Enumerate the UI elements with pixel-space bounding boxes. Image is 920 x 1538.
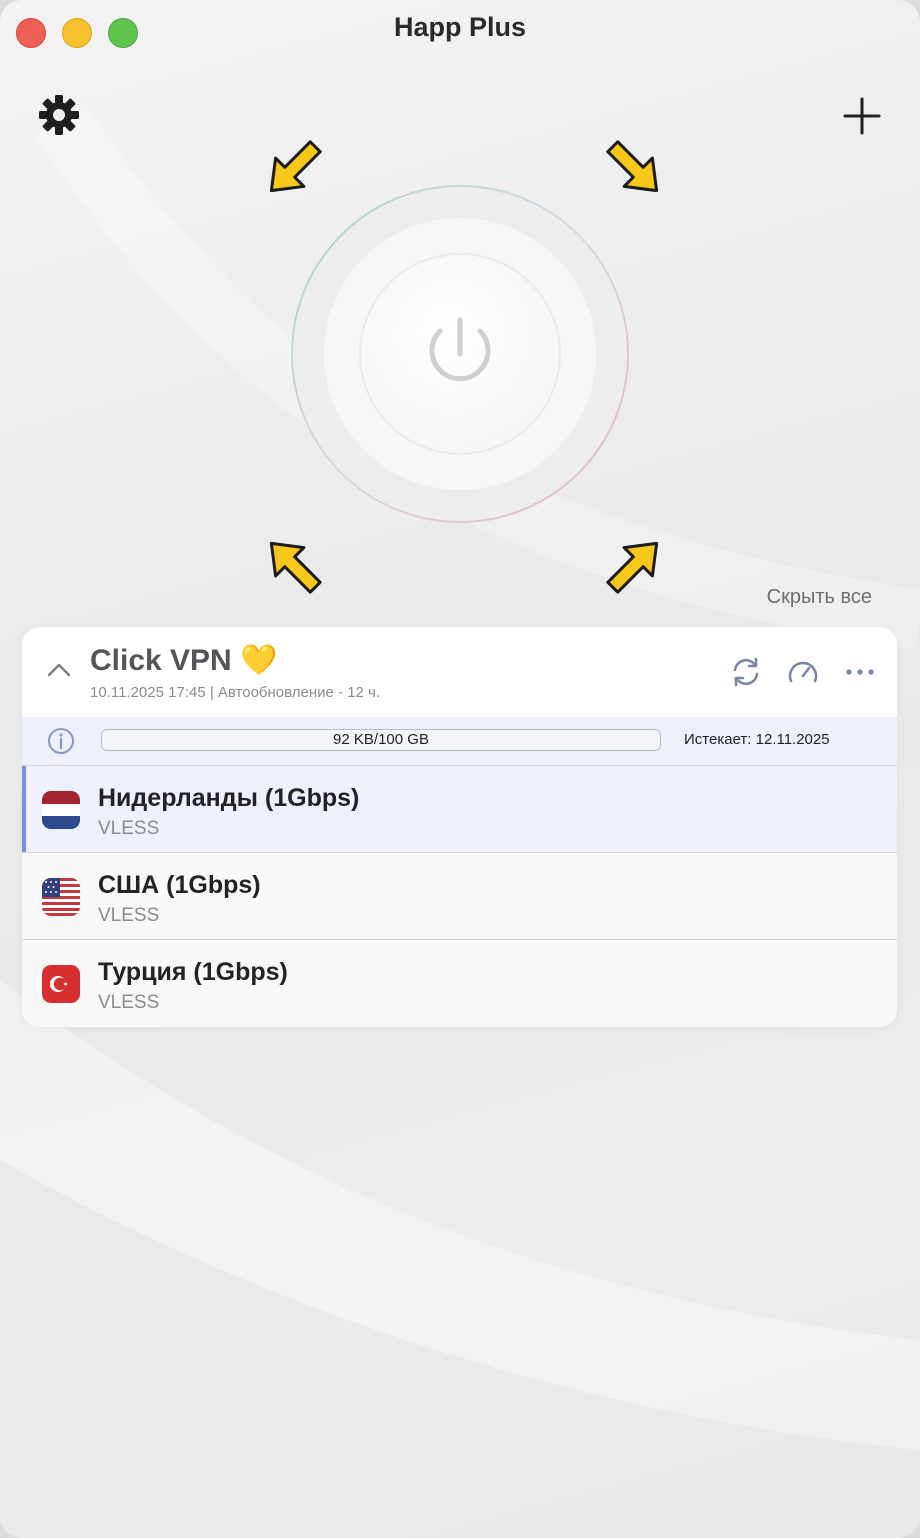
server-protocol: VLESS xyxy=(98,905,160,926)
plus-icon xyxy=(843,97,881,135)
server-protocol: VLESS xyxy=(98,992,160,1013)
server-protocol: VLESS xyxy=(98,818,160,839)
speedometer-icon[interactable] xyxy=(785,654,821,690)
arrow-icon xyxy=(269,541,322,594)
subscription-name: Click VPN 💛 xyxy=(90,644,278,677)
server-item[interactable]: Турция (1Gbps) VLESS xyxy=(22,939,897,1027)
chevron-up-icon[interactable] xyxy=(44,655,74,685)
subscription-meta: 10.11.2025 17:45 | Автообновление - 12 ч… xyxy=(90,684,381,701)
traffic-progress: 92 KB/100 GB xyxy=(101,729,661,751)
window-title: Happ Plus xyxy=(393,12,527,42)
settings-button[interactable] xyxy=(36,92,82,138)
subscription-card: Click VPN 💛 10.11.2025 17:45 | Автообнов… xyxy=(22,627,897,1027)
server-item[interactable]: США (1Gbps) VLESS xyxy=(22,852,897,940)
add-subscription-button[interactable] xyxy=(838,92,886,140)
expiry-date: Истекает: 12.11.2025 xyxy=(684,731,830,748)
app-window: Happ Plus Скрыть все Click VPN 💛 10.11.2… xyxy=(0,0,920,1538)
more-icon[interactable] xyxy=(842,654,878,690)
netherlands-flag xyxy=(42,791,80,829)
server-item[interactable]: Нидерланды (1Gbps) VLESS xyxy=(22,765,897,853)
arrow-icon xyxy=(606,541,659,594)
server-name: США (1Gbps) xyxy=(98,871,261,899)
title-bar[interactable]: Happ Plus xyxy=(0,0,920,62)
subscription-header[interactable]: Click VPN 💛 10.11.2025 17:45 | Автообнов… xyxy=(22,627,897,717)
gear-icon xyxy=(39,95,79,135)
hide-all-link[interactable]: Скрыть все xyxy=(767,586,872,609)
server-name: Нидерланды (1Gbps) xyxy=(98,784,360,812)
usage-bar: 92 KB/100 GB Истекает: 12.11.2025 xyxy=(22,717,897,765)
turkey-flag xyxy=(42,965,80,1003)
refresh-icon[interactable] xyxy=(728,654,764,690)
usa-flag xyxy=(42,878,80,916)
connect-button[interactable] xyxy=(290,184,630,524)
server-name: Турция (1Gbps) xyxy=(98,958,288,986)
info-icon[interactable] xyxy=(46,726,76,756)
traffic-usage-text: 92 KB/100 GB xyxy=(333,731,429,748)
